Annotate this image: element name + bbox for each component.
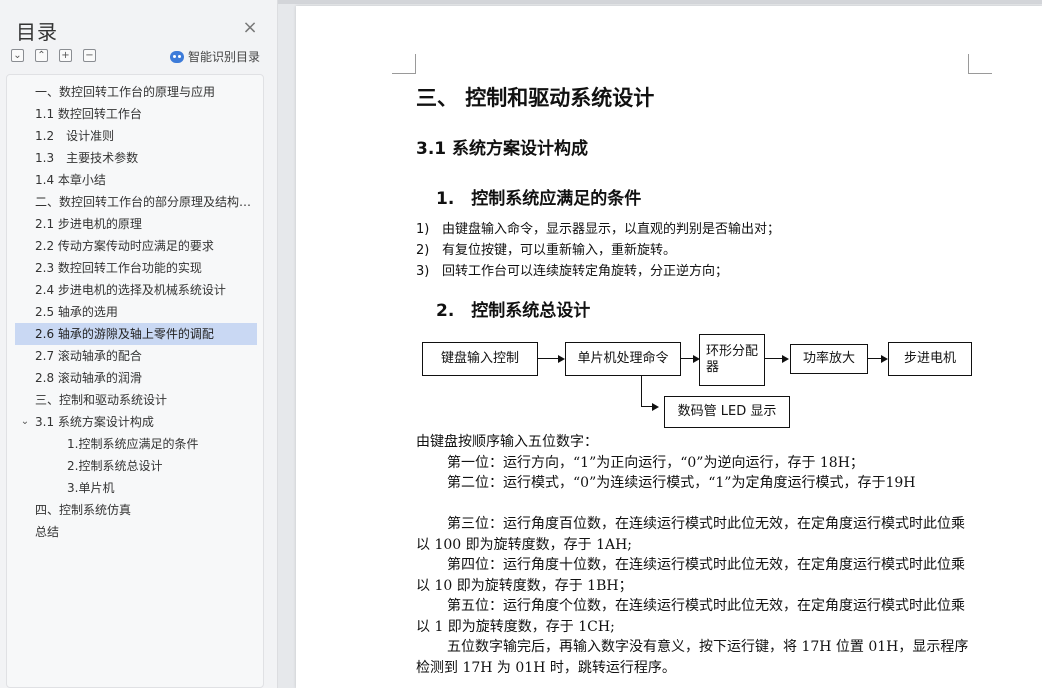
toc-item[interactable]: 二、数控回转工作台的部分原理及结构设计 (15, 191, 257, 213)
toc-item-label: 3.1 系统方案设计构成 (35, 415, 154, 429)
toc-item-label: 2.2 传动方案传动时应满足的要求 (35, 239, 214, 253)
block-power-amp: 功率放大 (790, 344, 868, 374)
subsection-heading: 1. 控制系统应满足的条件 (436, 189, 642, 209)
toc-item-label: 2.8 滚动轴承的润滑 (35, 371, 142, 385)
toc-item-label: 3.单片机 (67, 481, 115, 495)
list-item-text: 由键盘输入命令，显示器显示，以直观的判别是否输出对； (442, 222, 781, 237)
chapter-heading: 三、 控制和驱动系统设计 (416, 86, 655, 110)
toc-item[interactable]: 1.控制系统应满足的条件 (15, 433, 257, 455)
toc-item[interactable]: 2.3 数控回转工作台功能的实现 (15, 257, 257, 279)
toc-item[interactable]: 1.2 设计准则 (15, 125, 257, 147)
body-paragraph: 第一位：运行方向，“1”为正向运行，“0”为逆向运行，存于 18H； (447, 454, 864, 471)
toc-item-label: 2.控制系统总设计 (67, 459, 163, 473)
toc-item-label: 1.1 数控回转工作台 (35, 107, 142, 121)
toc-item[interactable]: 2.6 轴承的游隙及轴上零件的调配 (15, 323, 257, 345)
toc-item-label: 2.3 数控回转工作台功能的实现 (35, 261, 202, 275)
list-item-number: 1) (416, 222, 430, 237)
connector-line (681, 358, 693, 359)
toc-item[interactable]: 总结 (15, 521, 257, 543)
toc-item[interactable]: 1.3 主要技术参数 (15, 147, 257, 169)
smart-toc-button[interactable]: 智能识别目录 (170, 48, 260, 64)
toc-item[interactable]: 三、控制和驱动系统设计 (15, 389, 257, 411)
toc-item[interactable]: ⌄ 3.1 系统方案设计构成 (15, 411, 257, 433)
body-paragraph: 由键盘按顺序输入五位数字： (416, 434, 598, 450)
list-item: 1) 由键盘输入命令，显示器显示，以直观的判别是否输出对； (416, 218, 780, 237)
list-item-text: 回转工作台可以连续旋转定角旋转，分正逆方向； (442, 264, 729, 279)
toc-item-label: 总结 (35, 525, 60, 539)
toc-item[interactable]: 2.控制系统总设计 (15, 455, 257, 477)
smart-toc-label: 智能识别目录 (188, 50, 261, 64)
expand-all-icon[interactable]: ⌄ (11, 49, 24, 62)
page-corner-mark (392, 54, 416, 74)
add-heading-icon[interactable]: + (59, 49, 72, 62)
collapse-all-icon[interactable]: ⌃ (35, 49, 48, 62)
toc-title: 目录 (16, 20, 58, 44)
connector-line (765, 358, 782, 359)
toc-item[interactable]: 2.4 步进电机的选择及机械系统设计 (15, 279, 257, 301)
close-icon[interactable]: × (242, 19, 258, 37)
arrow-right-icon (652, 403, 659, 411)
toc-item-label: 1.2 设计准则 (35, 129, 115, 143)
toc-item[interactable]: 1.1 数控回转工作台 (15, 103, 257, 125)
toc-item[interactable]: 3.单片机 (15, 477, 257, 499)
arrow-right-icon (558, 355, 565, 363)
toc-list: 一、数控回转工作台的原理与应用 1.1 数控回转工作台 1.2 设计准则 1.3 主要… (6, 74, 264, 688)
page-corner-mark (968, 54, 992, 74)
robot-icon (170, 51, 184, 63)
connector-line (641, 406, 652, 407)
toc-item-label: 一、数控回转工作台的原理与应用 (35, 85, 216, 99)
chevron-down-icon[interactable]: ⌄ (19, 411, 31, 433)
block-ring-distributor: 环形分配器 (699, 334, 765, 386)
body-paragraph: 第二位：运行模式，“0”为连续运行模式，“1”为定角度运行模式，存于19H (447, 475, 916, 491)
toc-item[interactable]: 一、数控回转工作台的原理与应用 (15, 81, 257, 103)
toc-panel: 目录 × ⌄ ⌃ + − 智能识别目录 一、数控回转工作台的原理与应用 1.1 数… (0, 0, 278, 688)
block-led-display: 数码管 LED 显示 (664, 396, 790, 428)
list-item-text: 有复位按键，可以重新输入，重新旋转。 (442, 243, 677, 258)
toc-item[interactable]: 2.8 滚动轴承的润滑 (15, 367, 257, 389)
connector-line (868, 358, 881, 359)
block-mcu: 单片机处理命令 (565, 342, 681, 376)
toc-item-label: 四、控制系统仿真 (35, 503, 132, 517)
remove-heading-icon[interactable]: − (83, 49, 96, 62)
list-item: 3) 回转工作台可以连续旋转定角旋转，分正逆方向； (416, 260, 728, 279)
toc-item-label: 2.6 轴承的游隙及轴上零件的调配 (35, 327, 214, 341)
toc-item-label: 1.4 本章小结 (35, 173, 106, 187)
toc-item-label: 三、控制和驱动系统设计 (35, 393, 168, 407)
list-item-number: 3) (416, 264, 430, 279)
toc-item[interactable]: 2.1 步进电机的原理 (15, 213, 257, 235)
arrow-right-icon (782, 355, 789, 363)
toc-item-label: 2.1 步进电机的原理 (35, 217, 142, 231)
toc-item[interactable]: 1.4 本章小结 (15, 169, 257, 191)
toc-item[interactable]: 2.7 滚动轴承的配合 (15, 345, 257, 367)
toc-item-label: 2.4 步进电机的选择及机械系统设计 (35, 283, 226, 297)
connector-line (538, 358, 558, 359)
list-item: 2) 有复位按键，可以重新输入，重新旋转。 (416, 239, 676, 258)
toc-item[interactable]: 2.2 传动方案传动时应满足的要求 (15, 235, 257, 257)
body-paragraph: 第三位：运行角度百位数，在连续运行模式时此位无效，在定角度运行模式时此位乘以 1… (416, 516, 965, 553)
block-keyboard: 键盘输入控制 (422, 342, 538, 376)
subsection-heading: 2. 控制系统总设计 (436, 301, 591, 321)
toc-item[interactable]: 2.5 轴承的选用 (15, 301, 257, 323)
toc-item-label: 2.7 滚动轴承的配合 (35, 349, 142, 363)
toc-item[interactable]: 四、控制系统仿真 (15, 499, 257, 521)
toc-item-label: 二、数控回转工作台的部分原理及结构设计 (35, 195, 257, 209)
toc-item-label: 1.控制系统应满足的条件 (67, 437, 199, 451)
connector-line (641, 376, 642, 406)
toc-item-label: 2.5 轴承的选用 (35, 305, 118, 319)
section-heading: 3.1 系统方案设计构成 (416, 139, 589, 159)
document-page[interactable]: 三、 控制和驱动系统设计 3.1 系统方案设计构成 1. 控制系统应满足的条件 … (296, 6, 1042, 688)
body-paragraph: 第五位：运行角度个位数，在连续运行模式时此位无效，在定角度运行模式时此位乘以 1… (416, 598, 965, 635)
body-paragraph: 五位数字输完后，再输入数字没有意义，按下运行键，将 17H 位置 01H，显示程… (416, 639, 969, 676)
block-stepper-motor: 步进电机 (888, 342, 972, 376)
arrow-right-icon (881, 355, 888, 363)
toc-item-label: 1.3 主要技术参数 (35, 151, 139, 165)
list-item-number: 2) (416, 243, 430, 258)
doc-toolbar-strip (278, 0, 1042, 4)
body-paragraph: 第四位：运行角度十位数，在连续运行模式时此位无效，在定角度运行模式时此位乘以 1… (416, 557, 965, 594)
